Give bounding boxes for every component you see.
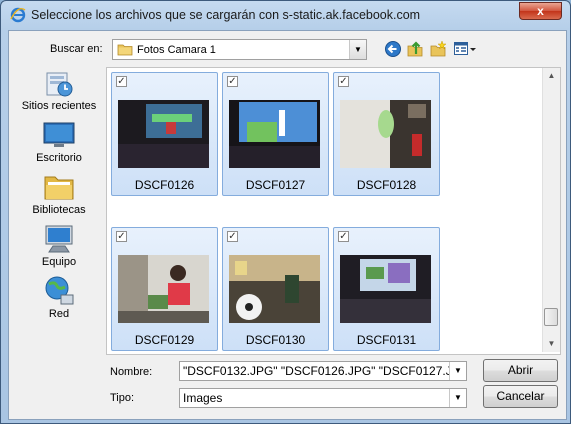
vertical-scrollbar[interactable]: ▲ ▼ (542, 68, 560, 352)
file-name: DSCF0129 (134, 333, 195, 347)
place-label-recent: Sitios recientes (21, 100, 97, 112)
file-checkbox[interactable]: ✓ (338, 76, 349, 87)
lookin-value: Fotos Camara 1 (137, 44, 216, 56)
window-title: Seleccione los archivos que se cargarán … (31, 8, 421, 22)
recent-places-icon (46, 72, 73, 97)
lookin-dropdown-arrow[interactable]: ▼ (349, 40, 366, 59)
file-item[interactable]: ✓ DSCF0127 (222, 72, 329, 196)
libraries-icon (44, 176, 74, 200)
file-item[interactable]: ✓ DSCF0131 (333, 227, 440, 351)
network-icon (45, 276, 74, 305)
photo-thumbnail (118, 255, 209, 323)
place-label-computer: Equipo (41, 256, 77, 268)
file-checkbox[interactable]: ✓ (116, 231, 127, 242)
file-name-dropdown-arrow[interactable]: ▼ (449, 362, 466, 380)
scroll-up-icon[interactable]: ▲ (543, 68, 560, 83)
file-name-input[interactable]: "DSCF0132.JPG" "DSCF0126.JPG" "DSCF0127.… (179, 361, 467, 381)
place-network[interactable]: Red (15, 275, 103, 325)
scroll-down-icon[interactable]: ▼ (543, 336, 560, 351)
photo-thumbnail (340, 100, 431, 168)
photo-thumbnail (229, 100, 320, 168)
place-label-libraries: Bibliotecas (32, 204, 86, 216)
photo-thumbnail (340, 255, 431, 323)
dialog-body: Buscar en: Fotos Camara 1 ▼ Sitios recie… (8, 30, 567, 420)
place-desktop[interactable]: Escritorio (15, 119, 103, 169)
view-menu-icon[interactable] (453, 40, 477, 58)
computer-icon (45, 225, 73, 253)
file-item[interactable]: ✓ DSCF0130 (222, 227, 329, 351)
place-recent[interactable]: Sitios recientes (15, 67, 103, 117)
scrollbar-thumb[interactable] (544, 308, 558, 326)
lookin-dropdown[interactable]: Fotos Camara 1 ▼ (112, 39, 367, 60)
place-label-network: Red (48, 308, 70, 320)
type-label: Tipo: (110, 392, 135, 404)
open-button[interactable]: Abrir (483, 359, 558, 382)
file-type-select[interactable]: Images ▼ (179, 388, 467, 408)
name-label: Nombre: (110, 366, 153, 378)
new-folder-icon[interactable] (429, 40, 447, 58)
file-name: DSCF0127 (245, 178, 306, 192)
file-list-pane[interactable]: ✓ DSCF0126 ✓ DSCF0127 ✓ DSCF0128 ✓ DSCF0… (106, 67, 561, 355)
place-label-desktop: Escritorio (36, 152, 82, 164)
file-item[interactable]: ✓ DSCF0128 (333, 72, 440, 196)
file-item[interactable]: ✓ DSCF0129 (111, 227, 218, 351)
cancel-button[interactable]: Cancelar (483, 385, 558, 408)
title-bar[interactable]: Seleccione los archivos que se cargarán … (1, 1, 570, 29)
file-name: DSCF0126 (134, 178, 195, 192)
up-folder-icon[interactable] (406, 40, 424, 58)
folder-icon (117, 44, 133, 56)
place-libraries[interactable]: Bibliotecas (15, 171, 103, 221)
ie-icon (10, 7, 26, 23)
file-checkbox[interactable]: ✓ (227, 76, 238, 87)
file-item[interactable]: ✓ DSCF0126 (111, 72, 218, 196)
file-name: DSCF0128 (356, 178, 417, 192)
file-dialog-window: Seleccione los archivos que se cargarán … (0, 0, 571, 424)
desktop-icon (43, 122, 75, 147)
file-type-value: Images (183, 391, 223, 405)
file-checkbox[interactable]: ✓ (227, 231, 238, 242)
file-name-value: "DSCF0132.JPG" "DSCF0126.JPG" "DSCF0127.… (183, 364, 467, 378)
file-name: DSCF0131 (356, 333, 417, 347)
file-name: DSCF0130 (245, 333, 306, 347)
place-computer[interactable]: Equipo (15, 223, 103, 273)
photo-thumbnail (118, 100, 209, 168)
file-type-dropdown-arrow[interactable]: ▼ (449, 389, 466, 407)
photo-thumbnail (229, 255, 320, 323)
close-button[interactable]: x (519, 2, 562, 20)
back-icon[interactable] (384, 40, 402, 58)
file-checkbox[interactable]: ✓ (116, 76, 127, 87)
lookin-label: Buscar en: (50, 43, 103, 55)
file-checkbox[interactable]: ✓ (338, 231, 349, 242)
